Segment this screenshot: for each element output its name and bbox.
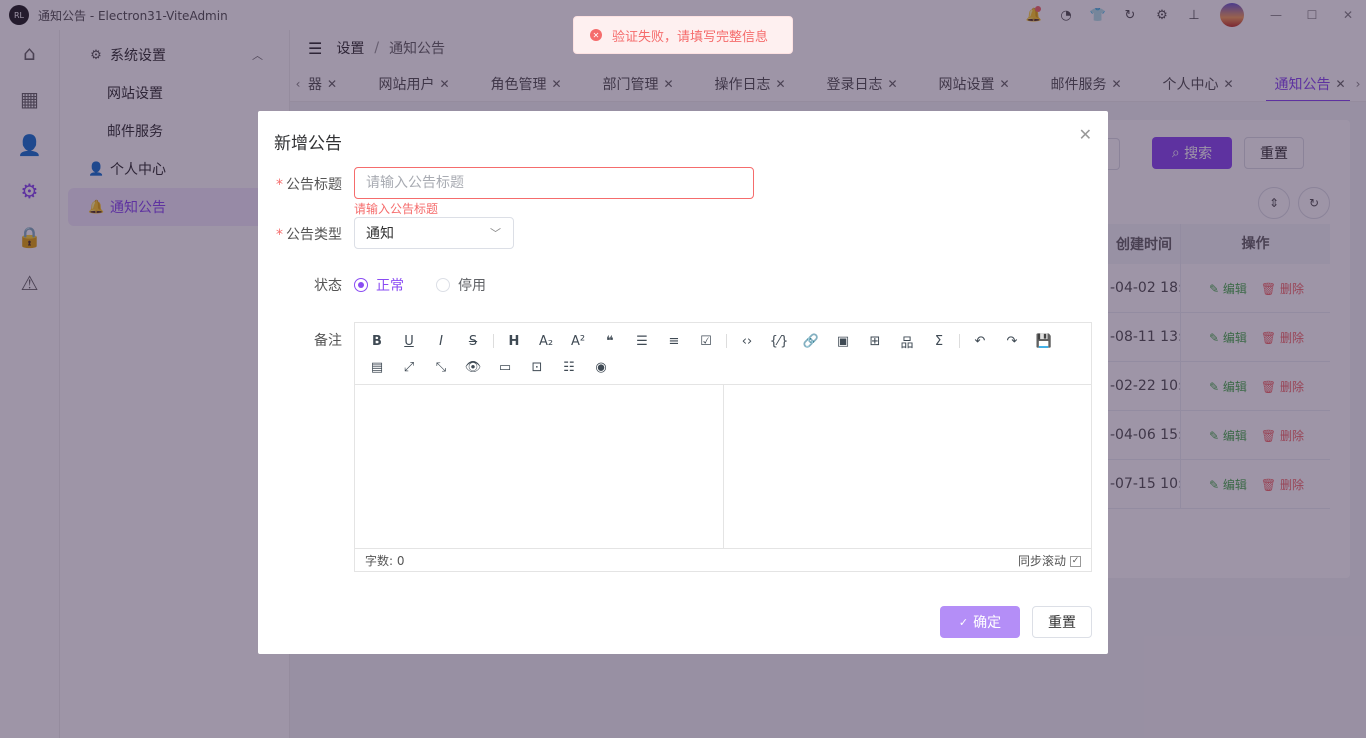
quote-icon[interactable]: ❝ [594,328,626,354]
radio-dot [436,278,450,292]
editor-toolbar: B U I S H A₂ A² ❝ ☰ ≡ ☑ ‹› {⁄} 🔗 ▣ ⊞ 品 Σ [355,323,1091,385]
undo-icon[interactable]: ↶ [964,328,996,354]
error-circle-icon: ✕ [590,29,602,41]
editor-input-pane[interactable] [355,385,724,548]
type-label: * 公告类型 [276,227,342,243]
dialog-title: 新增公告 [274,134,342,154]
radio-label: 正常 [376,278,404,294]
html-preview-icon[interactable]: ⊡ [521,354,553,380]
reset-button[interactable]: 重置 [1032,606,1092,638]
inline-code-icon[interactable]: {⁄} [763,328,795,354]
check-icon: ✓ [958,615,969,629]
select-value: 通知 [366,226,394,242]
preview-only-icon[interactable]: ▭ [489,354,521,380]
radio-dot [354,278,368,292]
page-fullscreen-icon[interactable]: ⤡ [425,354,457,380]
subscript-icon[interactable]: A₂ [530,328,562,354]
sync-scroll-label: 同步滚动 [1017,554,1066,568]
bold-icon[interactable]: B [361,328,393,354]
catalog-icon[interactable]: ☷ [553,354,585,380]
notice-type-select[interactable]: 通知 ﹀ [354,217,514,249]
prettier-icon[interactable]: ▤ [361,354,393,380]
ordered-list-icon[interactable]: ≡ [658,328,690,354]
title-label: * 公告标题 [276,177,342,193]
status-label: 状态 [314,278,342,294]
remark-label: 备注 [314,333,342,349]
formula-icon[interactable]: Σ [923,328,955,354]
editor-footer: 字数: 0 同步滚动 ✓ [355,548,1091,572]
save-icon[interactable]: 💾 [1028,328,1060,354]
markdown-editor: B U I S H A₂ A² ❝ ☰ ≡ ☑ ‹› {⁄} 🔗 ▣ ⊞ 品 Σ [354,322,1092,572]
sync-scroll-toggle[interactable]: 同步滚动 ✓ [1018,552,1081,569]
confirm-button[interactable]: ✓ 确定 [940,606,1020,638]
status-radio-normal[interactable]: 正常 [354,275,404,295]
github-icon[interactable]: ◉ [585,354,617,380]
title-error-text: 请输入公告标题 [354,202,439,216]
toast-message: 验证失败，请填写完整信息 [612,29,769,45]
preview-icon[interactable]: 👁 [457,354,489,380]
close-icon[interactable]: ✕ [1079,125,1092,144]
add-notice-dialog: 新增公告 ✕ *公告标题 请输入公告标题 *公告类型 通知 ﹀ 状态 正常 停用… [258,111,1108,654]
unordered-list-icon[interactable]: ☰ [626,328,658,354]
code-icon[interactable]: ‹› [731,328,763,354]
chevron-down-icon: ﹀ [490,227,501,240]
italic-icon[interactable]: I [425,328,457,354]
notice-title-input[interactable] [354,167,754,199]
checkbox-icon[interactable]: ✓ [1070,556,1081,567]
radio-label: 停用 [458,278,486,294]
button-label: 确定 [973,615,1002,631]
link-icon[interactable]: 🔗 [795,328,827,354]
word-count: 字数: 0 [365,554,405,568]
editor-preview-pane [724,385,1091,548]
strikethrough-icon[interactable]: S [457,328,489,354]
mermaid-diagram-icon[interactable]: 品 [891,328,923,354]
task-list-icon[interactable]: ☑ [690,328,722,354]
superscript-icon[interactable]: A² [562,328,594,354]
table-icon[interactable]: ⊞ [859,328,891,354]
heading-icon[interactable]: H [498,328,530,354]
image-icon[interactable]: ▣ [827,328,859,354]
error-toast: ✕ 验证失败，请填写完整信息 [573,16,793,54]
fullscreen-icon[interactable]: ⤢ [393,354,425,380]
status-radio-disabled[interactable]: 停用 [436,275,486,295]
redo-icon[interactable]: ↷ [996,328,1028,354]
underline-icon[interactable]: U [393,328,425,354]
